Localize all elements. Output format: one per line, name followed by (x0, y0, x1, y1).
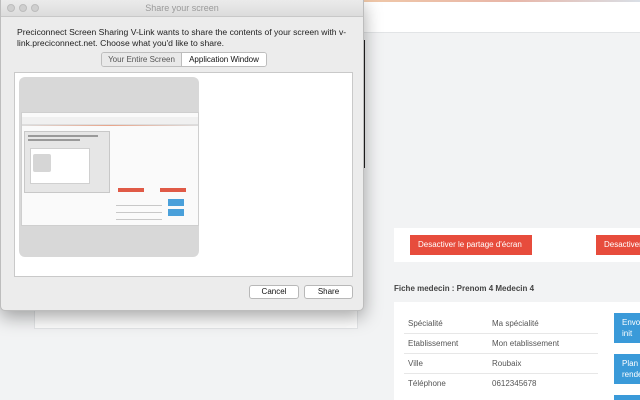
preview-row-line (116, 205, 162, 206)
row-value: Mon etablissement (492, 339, 560, 348)
share-source-tabs: Your Entire Screen Application Window (101, 52, 267, 67)
share-button[interactable]: Share (304, 285, 353, 299)
tab-application-window[interactable]: Application Window (182, 53, 266, 66)
preview-blue-button (168, 209, 184, 216)
send-invitation-button[interactable]: Envo init (614, 313, 640, 343)
more-action-button[interactable] (614, 395, 640, 400)
preview-browser-bar (22, 117, 198, 125)
share-request-message: Preciconnect Screen Sharing V-Link wants… (17, 27, 347, 48)
doctor-card-title: Fiche medecin : Prenom 4 Medecin 4 (394, 284, 535, 293)
stop-screen-share-button-secondary[interactable]: Desactiver (596, 235, 640, 255)
window-preview-image (21, 112, 199, 226)
preview-card (33, 154, 51, 172)
row-value: Roubaix (492, 359, 522, 368)
row-value: Ma spécialité (492, 319, 539, 328)
preview-blue-button (168, 199, 184, 206)
preview-red-button (160, 188, 186, 192)
preview-accent-line (22, 125, 198, 126)
plan-appointment-button[interactable]: Plan rende (614, 354, 640, 384)
cancel-button[interactable]: Cancel (249, 285, 299, 299)
doctor-info-row: Etablissement Mon etablissement (404, 333, 598, 354)
row-label: Spécialité (408, 319, 443, 328)
share-screen-dialog: Share your screen Preciconnect Screen Sh… (0, 0, 364, 311)
doctor-info-row: Spécialité Ma spécialité (404, 313, 598, 334)
doctor-info-row: Téléphone 0612345678 (404, 373, 598, 393)
tab-entire-screen[interactable]: Your Entire Screen (102, 53, 182, 66)
row-label: Etablissement (408, 339, 459, 348)
window-picker-area (14, 72, 353, 277)
row-label: Ville (408, 359, 423, 368)
preview-row-line (116, 212, 162, 213)
preview-row-line (116, 219, 162, 220)
preview-text-line (28, 139, 80, 141)
doctor-info-row: Ville Roubaix (404, 353, 598, 374)
preview-red-button (118, 188, 144, 192)
preview-text-line (28, 135, 98, 137)
window-thumbnail[interactable] (19, 77, 199, 257)
dialog-title: Share your screen (145, 3, 219, 13)
preview-dialog (24, 131, 110, 193)
dialog-title-bar: Share your screen (1, 0, 363, 17)
stop-screen-share-button[interactable]: Desactiver le partage d'écran (410, 235, 532, 255)
row-value: 0612345678 (492, 379, 537, 388)
row-label: Téléphone (408, 379, 446, 388)
